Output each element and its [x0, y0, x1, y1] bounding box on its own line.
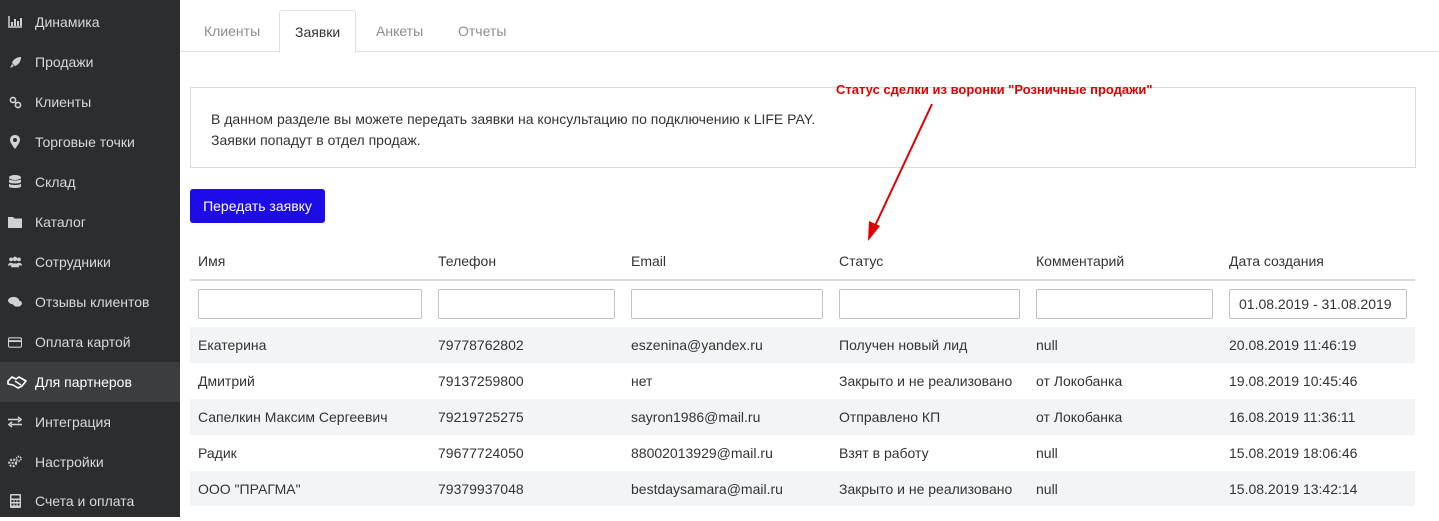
cell-name: Сапелкин Максим Сергеевич — [198, 409, 388, 425]
sidebar-item-label: Склад — [35, 174, 76, 190]
tab-clients[interactable]: Клиенты — [189, 10, 275, 52]
cell-status: Отправлено КП — [839, 409, 941, 425]
users-link-icon — [8, 95, 22, 109]
cell-comment: null — [1036, 445, 1058, 461]
gears-icon — [8, 455, 22, 469]
cell-status: Закрыто и не реализовано — [839, 480, 1013, 497]
rocket-icon — [8, 55, 22, 69]
cell-phone: 79677724050 — [438, 445, 524, 461]
cell-name: Екатерина — [198, 337, 267, 353]
email-filter-input[interactable] — [631, 289, 823, 319]
status-filter-input[interactable] — [839, 289, 1020, 319]
column-header-created-date[interactable]: Дата создания — [1229, 253, 1324, 269]
calculator-icon — [8, 494, 22, 508]
cell-email: sayron1986@mail.ru — [631, 409, 761, 425]
cell-created-date: 20.08.2019 11:46:19 — [1229, 337, 1357, 353]
sidebar-item-sales[interactable]: Продажи — [0, 42, 180, 82]
people-icon — [8, 255, 22, 269]
sidebar-item-card-payment[interactable]: Оплата картой — [0, 322, 180, 362]
cell-phone: 79219725275 — [438, 409, 524, 425]
sidebar-item-label: Сотрудники — [35, 254, 111, 270]
main-content: Клиенты Заявки Анкеты Отчеты В данном ра… — [180, 0, 1439, 517]
database-icon — [8, 175, 22, 189]
credit-card-icon — [8, 335, 22, 349]
cell-comment: от Локобанка — [1036, 409, 1123, 425]
table-row[interactable]: Екатерина 79778762802 eszenina@yandex.ru… — [190, 327, 1415, 363]
sidebar-item-label: Для партнеров — [35, 374, 132, 390]
sidebar-item-label: Счета и оплата — [35, 493, 135, 509]
info-text-line-1: В данном разделе вы можете передать заяв… — [211, 111, 816, 127]
handshake-icon — [7, 375, 27, 389]
cell-name: Радик — [198, 445, 237, 461]
cell-phone: 79137259800 — [438, 373, 524, 389]
name-filter-input[interactable] — [198, 289, 422, 319]
sidebar-item-label: Интеграция — [35, 414, 111, 430]
sidebar-item-settings[interactable]: Настройки — [0, 442, 180, 482]
table-header-divider — [190, 279, 1415, 281]
exchange-icon — [8, 415, 22, 429]
sidebar-item-warehouse[interactable]: Склад — [0, 162, 180, 202]
table-row[interactable]: Сапелкин Максим Сергеевич 79219725275 sa… — [190, 399, 1415, 435]
column-header-phone[interactable]: Телефон — [438, 253, 496, 269]
sidebar-item-label: Каталог — [35, 214, 86, 230]
info-text-line-2: Заявки попадут в отдел продаж. — [211, 132, 421, 148]
cell-email: 88002013929@mail.ru — [631, 445, 773, 461]
table-row[interactable]: Радик 79677724050 88002013929@mail.ru Вз… — [190, 435, 1415, 471]
table-row[interactable]: Дмитрий 79137259800 нет Закрыто и не реа… — [190, 363, 1415, 399]
sidebar-item-label: Настройки — [35, 454, 104, 470]
cell-status: Получен новый лид — [839, 337, 968, 353]
submit-request-button[interactable]: Передать заявку — [190, 189, 325, 223]
column-header-name[interactable]: Имя — [198, 253, 225, 269]
map-pin-icon — [8, 135, 22, 149]
sidebar-item-label: Продажи — [35, 54, 94, 70]
phone-filter-input[interactable] — [438, 289, 615, 319]
cell-name: Дмитрий — [198, 373, 255, 389]
tab-bar: Клиенты Заявки Анкеты Отчеты — [180, 0, 1439, 53]
sidebar-item-billing[interactable]: Счета и оплата — [0, 481, 180, 521]
bar-chart-icon — [8, 15, 22, 29]
sidebar: Динамика Продажи Клиенты Торговые точки … — [0, 0, 180, 517]
info-panel: В данном разделе вы можете передать заяв… — [190, 87, 1416, 168]
tab-requests[interactable]: Заявки — [279, 10, 357, 53]
cell-created-date: 19.08.2019 10:45:46 — [1229, 373, 1358, 389]
sidebar-item-employees[interactable]: Сотрудники — [0, 242, 180, 282]
column-header-status[interactable]: Статус — [839, 253, 883, 269]
comments-icon — [8, 295, 22, 309]
cell-email: eszenina@yandex.ru — [631, 337, 763, 353]
sidebar-item-reviews[interactable]: Отзывы клиентов — [0, 282, 180, 322]
cell-created-date: 15.08.2019 18:06:46 — [1229, 445, 1358, 461]
sidebar-item-label: Динамика — [35, 14, 100, 30]
cell-comment: null — [1036, 337, 1058, 353]
comment-filter-input[interactable] — [1036, 289, 1213, 319]
cell-phone: 79778762802 — [438, 337, 524, 353]
cell-email: bestdaysamara@mail.ru — [631, 480, 783, 497]
cell-comment: null — [1036, 480, 1058, 497]
table-row[interactable]: ООО "ПРАГМА" 79379937048 bestdaysamara@m… — [190, 471, 1415, 506]
sidebar-item-integration[interactable]: Интеграция — [0, 402, 180, 442]
tab-reports[interactable]: Отчеты — [443, 10, 521, 52]
tab-questionnaires[interactable]: Анкеты — [361, 10, 438, 52]
cell-created-date: 15.08.2019 13:42:14 — [1229, 480, 1358, 497]
cell-status: Закрыто и не реализовано — [839, 373, 1013, 389]
sidebar-item-outlets[interactable]: Торговые точки — [0, 122, 180, 162]
sidebar-item-label: Торговые точки — [35, 134, 135, 150]
column-header-email[interactable]: Email — [631, 253, 666, 269]
sidebar-item-label: Отзывы клиентов — [35, 294, 150, 310]
sidebar-item-label: Оплата картой — [35, 334, 131, 350]
cell-comment: от Локобанка — [1036, 373, 1123, 389]
sidebar-item-dynamics[interactable]: Динамика — [0, 2, 180, 42]
sidebar-item-catalog[interactable]: Каталог — [0, 202, 180, 242]
cell-phone: 79379937048 — [438, 480, 524, 497]
cell-name: ООО "ПРАГМА" — [198, 480, 301, 497]
sidebar-item-clients[interactable]: Клиенты — [0, 82, 180, 122]
column-header-comment[interactable]: Комментарий — [1036, 253, 1124, 269]
cell-created-date: 16.08.2019 11:36:11 — [1229, 409, 1356, 425]
cell-status: Взят в работу — [839, 445, 929, 461]
sidebar-item-partners[interactable]: Для партнеров — [0, 362, 180, 402]
date-range-filter-input[interactable] — [1229, 289, 1407, 319]
annotation-label: Статус сделки из воронки "Розничные прод… — [836, 82, 1153, 97]
cell-email: нет — [631, 373, 653, 389]
sidebar-item-label: Клиенты — [35, 94, 92, 110]
folder-icon — [8, 215, 22, 229]
